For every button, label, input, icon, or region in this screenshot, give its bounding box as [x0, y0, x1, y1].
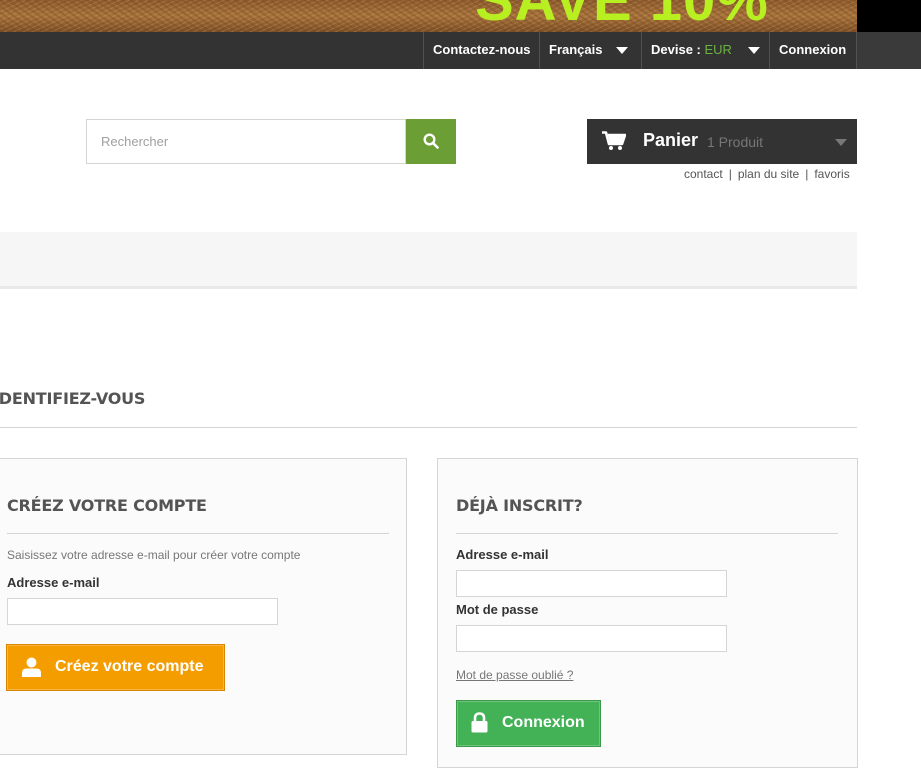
forgot-password-link[interactable]: Mot de passe oublié ?: [456, 668, 573, 682]
banner-edge: [857, 0, 921, 32]
divider: [7, 533, 389, 534]
banner-text: SAVE 10%: [475, 0, 769, 30]
login-password-field[interactable]: [456, 625, 727, 652]
nav-contact-link[interactable]: Contactez-nous: [423, 32, 540, 69]
nav-login-link[interactable]: Connexion: [769, 32, 857, 69]
cart-block[interactable]: Panier 1 Produit: [587, 119, 857, 164]
create-account-box: CRÉEZ VOTRE COMPTE Saisissez votre adres…: [0, 458, 407, 755]
login-button[interactable]: Connexion: [456, 700, 601, 747]
language-label: Français: [549, 42, 603, 57]
nav-contact-label: Contactez-nous: [433, 42, 531, 57]
header-links: contact | plan du site | favoris: [684, 167, 850, 181]
create-account-title: CRÉEZ VOTRE COMPTE: [7, 496, 207, 515]
create-account-button[interactable]: Créez votre compte: [6, 644, 225, 691]
chevron-down-icon: [747, 47, 760, 55]
header-link-sitemap[interactable]: plan du site: [738, 167, 799, 181]
chevron-down-icon: [835, 139, 847, 146]
language-selector[interactable]: Français: [539, 32, 642, 69]
main-menu-bar: [0, 232, 857, 289]
top-nav: Contactez-nous Français Devise : EUR Con…: [0, 32, 921, 69]
search-input[interactable]: [86, 119, 406, 164]
currency-selector[interactable]: Devise : EUR: [641, 32, 770, 69]
separator: |: [805, 167, 809, 181]
login-email-field[interactable]: [456, 570, 727, 597]
login-button-label: Connexion: [502, 714, 585, 731]
login-password-label: Mot de passe: [456, 602, 539, 617]
header-link-favorites[interactable]: favoris: [814, 167, 849, 181]
currency-value: EUR: [704, 42, 732, 57]
cart-icon: [602, 131, 626, 150]
chevron-down-icon: [616, 47, 629, 55]
cart-count: 1 Produit: [707, 134, 764, 150]
currency-label: Devise :: [651, 42, 701, 57]
divider: [0, 427, 857, 428]
nav-login-label: Connexion: [779, 42, 847, 57]
divider: [456, 533, 838, 534]
search-button[interactable]: [406, 119, 456, 164]
create-account-description: Saisissez votre adresse e-mail pour crée…: [7, 548, 301, 562]
promo-banner[interactable]: SAVE 10%: [0, 0, 857, 32]
search-icon: [423, 133, 439, 149]
page-title: IDENTIFIEZ-VOUS: [0, 389, 146, 408]
lock-icon: [471, 712, 488, 733]
header-link-contact[interactable]: contact: [684, 167, 723, 181]
cart-label: Panier: [643, 130, 699, 150]
login-title: DÉJÀ INSCRIT?: [456, 496, 583, 515]
create-account-button-label: Créez votre compte: [55, 658, 204, 675]
login-email-label: Adresse e-mail: [456, 547, 549, 562]
user-icon: [22, 657, 41, 677]
top-nav-edge: [857, 32, 921, 69]
separator: |: [728, 167, 732, 181]
create-email-label: Adresse e-mail: [7, 575, 100, 590]
create-email-field[interactable]: [7, 598, 278, 625]
